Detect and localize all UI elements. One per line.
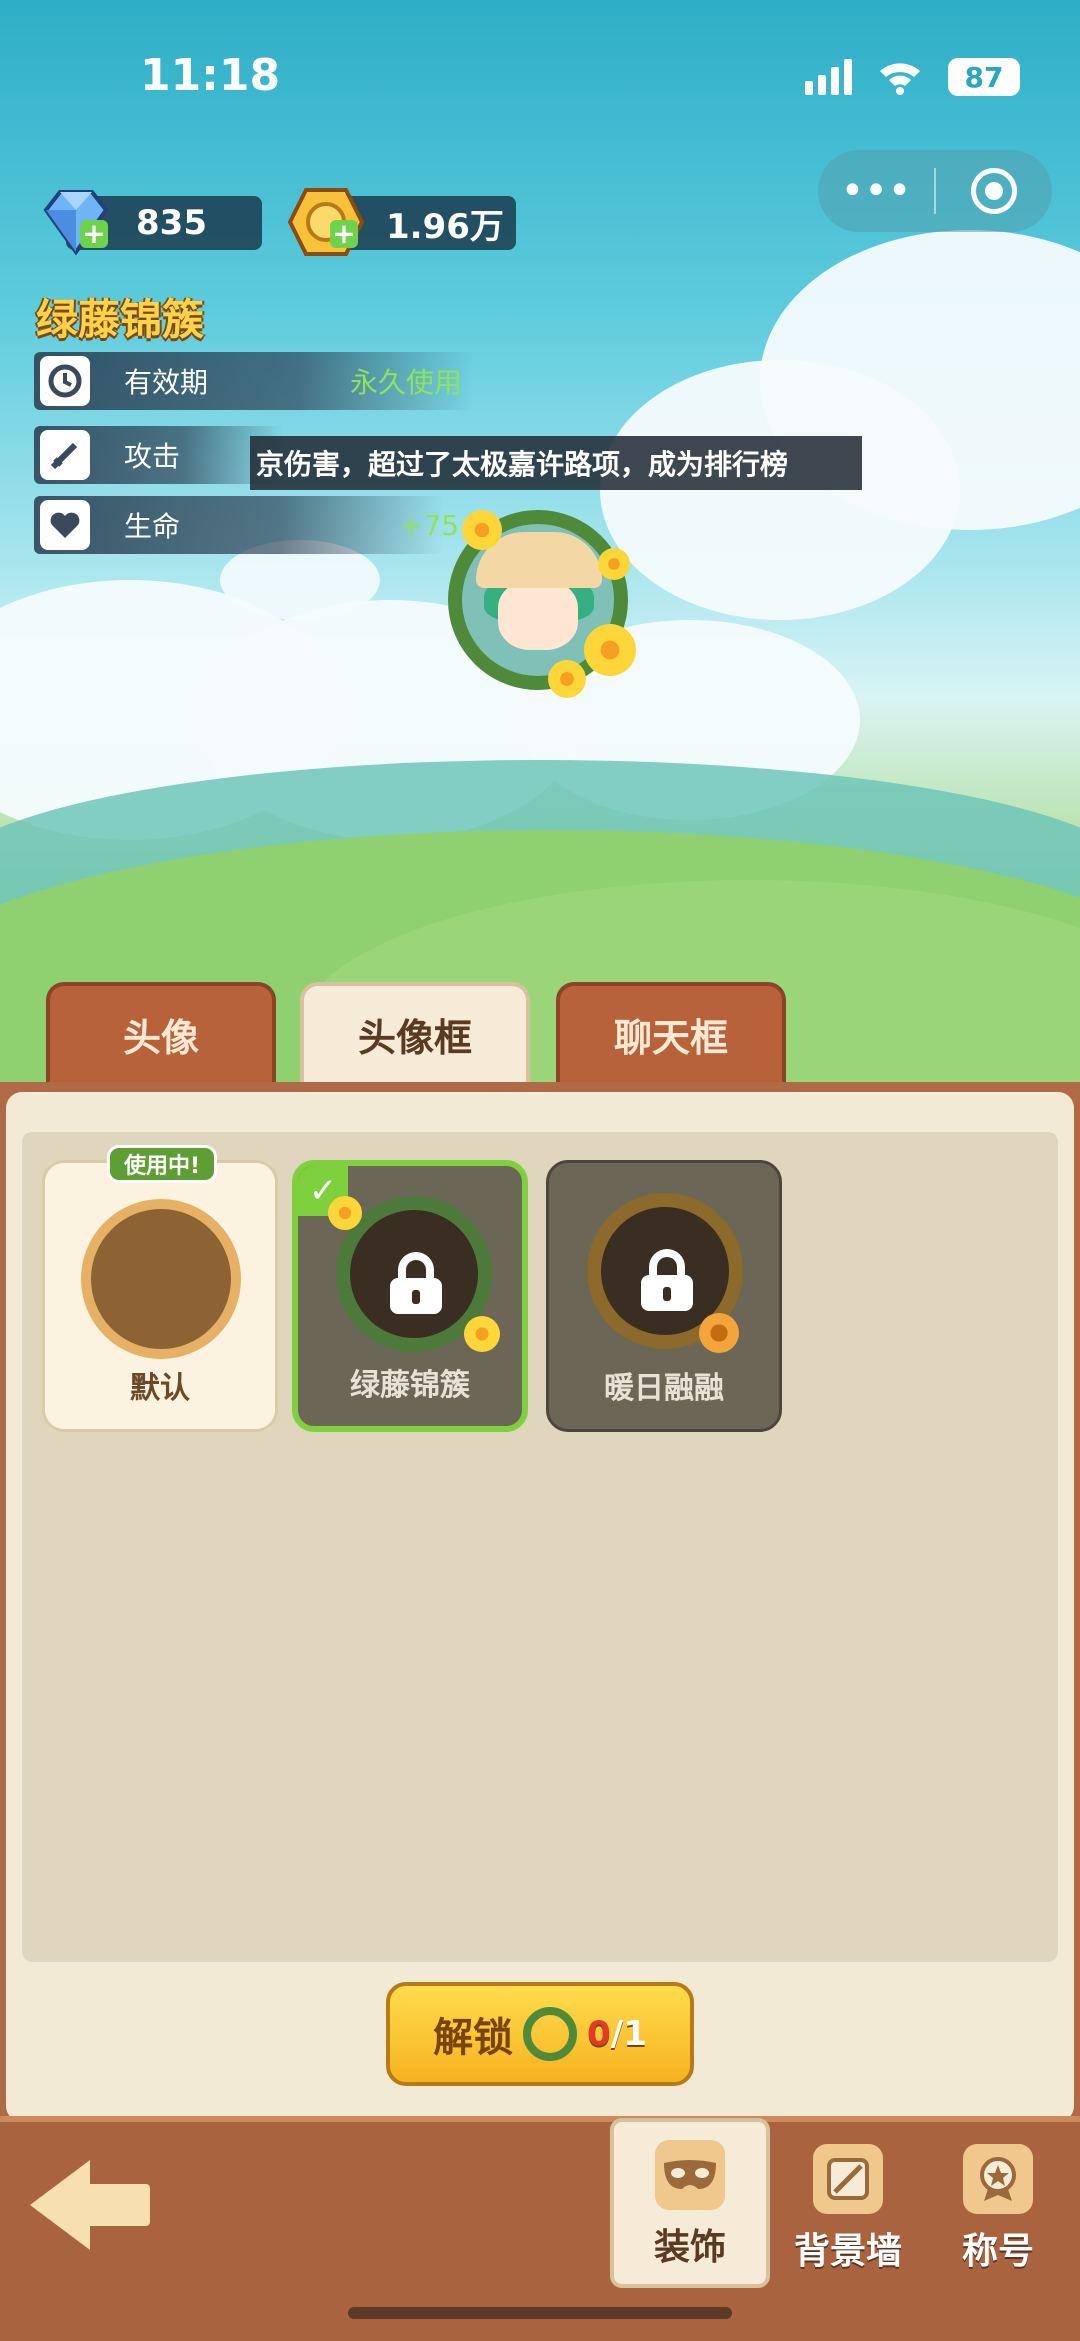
tab-label: 头像框 bbox=[357, 1015, 472, 1060]
nav-label: 装饰 bbox=[653, 2227, 726, 2268]
mask-icon bbox=[655, 2140, 725, 2210]
nav-title[interactable]: 称号 bbox=[918, 2118, 1078, 2288]
coin-value: 1.96万 bbox=[386, 206, 504, 247]
vine-frame-icon bbox=[523, 2007, 578, 2061]
unlock-button[interactable]: 解锁 0/1 bbox=[386, 1982, 694, 2086]
flower-icon bbox=[328, 1196, 362, 1230]
diamond-value: 835 bbox=[136, 203, 207, 243]
back-arrow-icon bbox=[30, 2160, 90, 2250]
unlock-label: 解锁 bbox=[433, 2015, 514, 2061]
lock-icon bbox=[641, 1249, 693, 1311]
stat-label: 生命 bbox=[124, 510, 181, 543]
owned-count: 0 bbox=[587, 2014, 611, 2054]
home-indicator bbox=[348, 2307, 732, 2319]
sword-icon bbox=[40, 430, 90, 480]
unlock-count: 0/1 bbox=[587, 2014, 647, 2054]
coin-counter[interactable]: + 1.96万 bbox=[287, 188, 516, 256]
more-icon: ••• bbox=[840, 168, 912, 214]
clock-icon bbox=[40, 356, 90, 406]
item-label: 暖日融融 bbox=[604, 1371, 724, 1406]
wifi-icon bbox=[880, 63, 920, 95]
flower-icon bbox=[584, 624, 636, 676]
stat-label: 攻击 bbox=[124, 440, 181, 473]
flower-icon bbox=[464, 1316, 500, 1352]
status-time: 11:18 bbox=[140, 50, 281, 101]
wall-icon bbox=[813, 2144, 883, 2214]
flower-icon bbox=[598, 548, 630, 580]
status-icons: 87 bbox=[805, 58, 1020, 96]
miniprogram-capsule: ••• bbox=[818, 150, 1052, 232]
tab-avatar[interactable]: 头像 bbox=[46, 982, 276, 1082]
add-diamond-icon[interactable]: + bbox=[80, 220, 108, 248]
stat-value: 永久使用 bbox=[350, 366, 463, 399]
frame-title: 绿藤锦簇 bbox=[36, 295, 205, 344]
flower-icon bbox=[548, 660, 586, 698]
signal-icon bbox=[805, 59, 852, 95]
item-card-default[interactable]: 使用中! 默认 bbox=[42, 1145, 278, 1432]
item-label: 绿藤锦簇 bbox=[350, 1368, 470, 1403]
default-frame-icon bbox=[81, 1199, 241, 1359]
flower-icon bbox=[699, 1313, 739, 1353]
battery-indicator: 87 bbox=[948, 58, 1020, 96]
cloud bbox=[600, 360, 960, 620]
back-button[interactable] bbox=[30, 2160, 150, 2250]
in-use-badge: 使用中! bbox=[107, 1145, 217, 1183]
stat-label: 有效期 bbox=[124, 366, 209, 399]
broadcast-ticker: 京伤害，超过了太极嘉许路项，成为排行榜 bbox=[250, 436, 862, 490]
tab-label: 头像 bbox=[122, 1015, 199, 1060]
nav-label: 背景墙 bbox=[793, 2231, 902, 2272]
stat-row-duration: 有效期 永久使用 bbox=[34, 352, 474, 410]
tab-avatar-frame[interactable]: 头像框 bbox=[300, 982, 530, 1082]
nav-decoration[interactable]: 装饰 bbox=[610, 2118, 770, 2288]
diamond-counter[interactable]: + 835 bbox=[43, 190, 262, 256]
avatar-face bbox=[498, 580, 578, 650]
flower-icon bbox=[462, 510, 502, 550]
stat-row-hp: 生命 +75 bbox=[34, 496, 459, 554]
item-card-green-vine[interactable]: ✓ 绿藤锦簇 bbox=[292, 1160, 528, 1432]
stat-value: +75 bbox=[400, 508, 460, 542]
tab-chat-frame[interactable]: 聊天框 bbox=[556, 982, 786, 1082]
back-arrow-shaft bbox=[86, 2184, 150, 2226]
nav-background-wall[interactable]: 背景墙 bbox=[768, 2118, 928, 2288]
medal-icon bbox=[963, 2144, 1033, 2214]
lock-icon bbox=[390, 1252, 442, 1314]
add-coin-icon[interactable]: + bbox=[330, 220, 358, 248]
target-icon bbox=[971, 168, 1017, 214]
item-label: 默认 bbox=[130, 1371, 190, 1406]
more-button[interactable]: ••• bbox=[818, 150, 934, 232]
item-card-warm-sun[interactable]: 暖日融融 bbox=[546, 1160, 782, 1432]
required-count: /1 bbox=[610, 2014, 647, 2054]
nav-label: 称号 bbox=[961, 2231, 1034, 2272]
tab-label: 聊天框 bbox=[613, 1015, 728, 1060]
heart-icon bbox=[40, 500, 90, 550]
close-miniprogram-button[interactable] bbox=[936, 150, 1052, 232]
stat-row-attack: 攻击 bbox=[34, 426, 284, 484]
